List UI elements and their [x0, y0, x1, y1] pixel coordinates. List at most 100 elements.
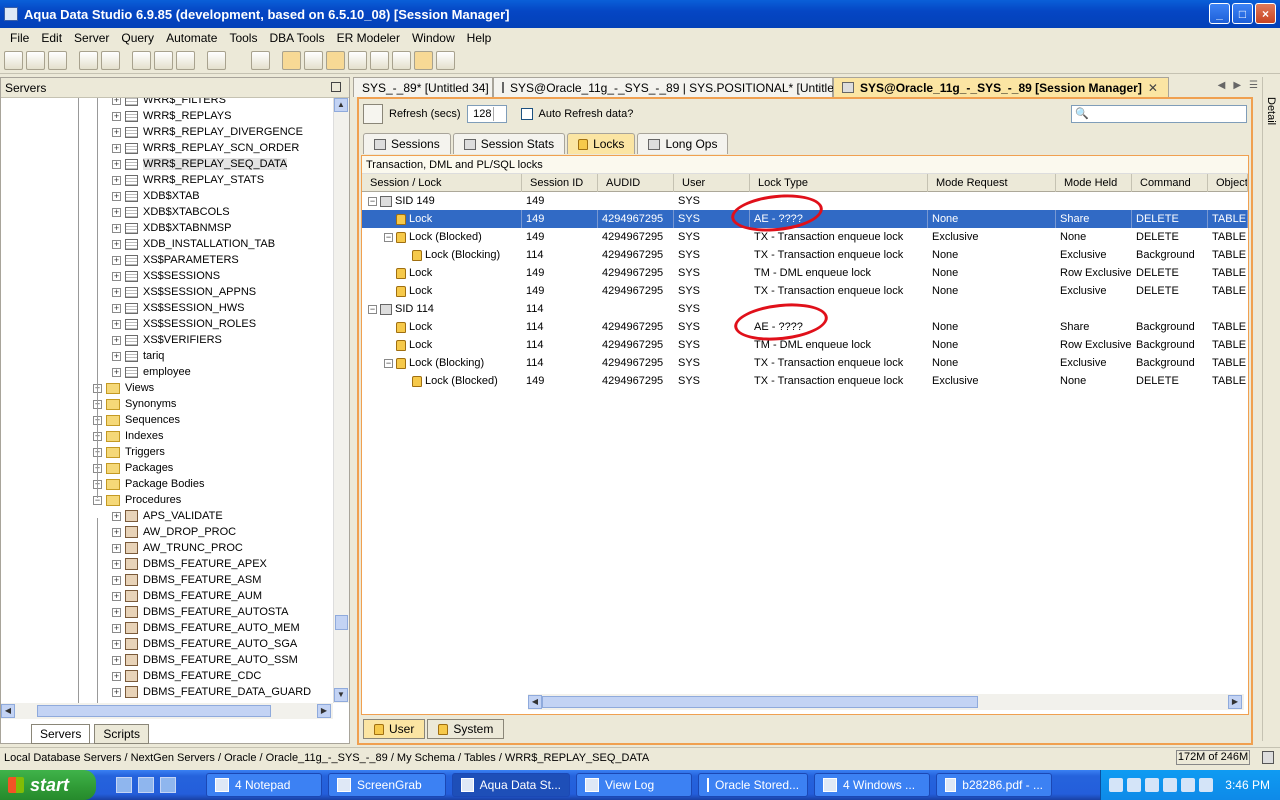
- collapse-icon[interactable]: −: [368, 304, 377, 314]
- scroll-left-arrow-icon[interactable]: ◀: [1, 704, 15, 718]
- tree-node[interactable]: + XS$SESSION_HWS: [112, 300, 244, 316]
- expand-icon[interactable]: +: [112, 687, 121, 697]
- column-header[interactable]: Command: [1132, 174, 1208, 192]
- layout-tiled-icon[interactable]: [282, 51, 301, 70]
- dropdown-arrow-icon[interactable]: [229, 51, 239, 70]
- network-icon[interactable]: [1127, 778, 1141, 792]
- trash-icon[interactable]: [1262, 751, 1274, 764]
- tab-prev-icon[interactable]: ◀: [1218, 80, 1226, 91]
- lock-row[interactable]: − SID 149 149 SYS: [362, 192, 1248, 210]
- tree-node[interactable]: + WRR$_FILTERS: [112, 98, 226, 108]
- column-header[interactable]: Session ID: [522, 174, 598, 192]
- task-windows-explorer[interactable]: 4 Windows ...: [814, 773, 930, 797]
- tree-node[interactable]: + WRR$_REPLAY_STATS: [112, 172, 264, 188]
- task-aqua-data-studio[interactable]: Aqua Data St...: [452, 773, 570, 797]
- lock-row[interactable]: − Lock (Blocking) 114 4294967295 SYS TX - Tra…: [362, 354, 1248, 372]
- layout-full-icon[interactable]: [436, 51, 455, 70]
- tree-node[interactable]: + WRR$_REPLAYS: [112, 108, 231, 124]
- expand-icon[interactable]: +: [112, 159, 121, 169]
- query-window-icon[interactable]: [132, 51, 151, 70]
- menu-dba-tools[interactable]: DBA Tools: [263, 31, 330, 45]
- connect-icon[interactable]: [79, 51, 98, 70]
- menu-query[interactable]: Query: [115, 31, 160, 45]
- tab-user[interactable]: User: [363, 719, 426, 739]
- expand-icon[interactable]: +: [112, 239, 121, 249]
- scroll-thumb[interactable]: [542, 696, 978, 708]
- column-header[interactable]: User: [674, 174, 750, 192]
- lock-row[interactable]: − Lock (Blocked) 149 4294967295 SYS TX - Tran…: [362, 228, 1248, 246]
- expand-icon[interactable]: +: [112, 367, 121, 377]
- tree-vertical-scrollbar[interactable]: ▲ ▼: [333, 98, 349, 703]
- expand-icon[interactable]: +: [112, 351, 121, 361]
- expand-icon[interactable]: +: [112, 287, 121, 297]
- tree-node[interactable]: + XS$VERIFIERS: [112, 332, 222, 348]
- expand-icon[interactable]: +: [112, 175, 121, 185]
- tab-sessions[interactable]: Sessions: [363, 133, 451, 154]
- menu-server[interactable]: Server: [68, 31, 115, 45]
- column-header[interactable]: Session / Lock: [362, 174, 522, 192]
- task-notepad[interactable]: 4 Notepad: [206, 773, 322, 797]
- tree-node[interactable]: +Triggers: [93, 444, 165, 460]
- print-icon[interactable]: [251, 51, 270, 70]
- refresh-seconds-spinner[interactable]: 128: [466, 105, 507, 123]
- expand-icon[interactable]: +: [112, 143, 121, 153]
- column-header[interactable]: Mode Request: [928, 174, 1056, 192]
- lock-row[interactable]: Lock 149 4294967295 SYS TX - Transaction enq…: [362, 282, 1248, 300]
- tree-node[interactable]: + DBMS_FEATURE_AUTO_SGA: [112, 636, 297, 652]
- collapse-icon[interactable]: −: [384, 232, 393, 242]
- schema-browser-icon[interactable]: [207, 51, 226, 70]
- disconnect-icon[interactable]: [101, 51, 120, 70]
- tab-scripts[interactable]: Scripts: [94, 724, 150, 744]
- edit-server-icon[interactable]: [26, 51, 45, 70]
- expand-icon[interactable]: +: [112, 223, 121, 233]
- tree-node[interactable]: + WRR$_REPLAY_DIVERGENCE: [112, 124, 303, 140]
- menu-help[interactable]: Help: [461, 31, 498, 45]
- tree-node[interactable]: + DBMS_FEATURE_CDC: [112, 668, 261, 684]
- menu-file[interactable]: File: [4, 31, 35, 45]
- start-button[interactable]: start: [0, 770, 96, 800]
- grid-horizontal-scrollbar[interactable]: ◀ ▶: [528, 694, 1244, 710]
- lock-row[interactable]: Lock 149 4294967295 SYS AE - ???? None Share DE…: [362, 210, 1248, 228]
- tree-horizontal-scrollbar[interactable]: ◀ ▶: [1, 703, 333, 719]
- maximize-button[interactable]: □: [1232, 3, 1253, 24]
- layout-vertical-icon[interactable]: [392, 51, 411, 70]
- tree-node[interactable]: + XS$SESSION_APPNS: [112, 284, 256, 300]
- scroll-right-arrow-icon[interactable]: ▶: [1228, 695, 1242, 709]
- procedure-editor-icon[interactable]: [176, 51, 195, 70]
- tree-node[interactable]: + XS$SESSION_ROLES: [112, 316, 256, 332]
- scroll-thumb[interactable]: [335, 615, 348, 630]
- tree-node[interactable]: + DBMS_FEATURE_AUTO_MEM: [112, 620, 300, 636]
- tree-node[interactable]: + XDB_INSTALLATION_TAB: [112, 236, 275, 252]
- display-icon[interactable]: [1199, 778, 1213, 792]
- minimize-button[interactable]: _: [1209, 3, 1230, 24]
- tab-long-ops[interactable]: Long Ops: [637, 133, 729, 154]
- tree-node[interactable]: + AW_DROP_PROC: [112, 524, 236, 540]
- search-input[interactable]: 🔍: [1071, 105, 1247, 123]
- expand-icon[interactable]: +: [112, 543, 121, 553]
- layout-cascade-icon[interactable]: [370, 51, 389, 70]
- query-builder-icon[interactable]: [154, 51, 173, 70]
- collapse-icon[interactable]: −: [368, 196, 377, 206]
- tab-list-icon[interactable]: ☰: [1249, 80, 1258, 91]
- tree-node[interactable]: + DBMS_FEATURE_AUTO_SSM: [112, 652, 298, 668]
- lock-row[interactable]: Lock 149 4294967295 SYS TM - DML enqueue loc…: [362, 264, 1248, 282]
- close-button[interactable]: ×: [1255, 3, 1276, 24]
- expand-icon[interactable]: +: [112, 255, 121, 265]
- expand-icon[interactable]: +: [112, 98, 121, 105]
- lock-row[interactable]: Lock 114 4294967295 SYS TM - DML enqueue loc…: [362, 336, 1248, 354]
- menu-tools[interactable]: Tools: [223, 31, 263, 45]
- tree-node[interactable]: + DBMS_FEATURE_APEX: [112, 556, 267, 572]
- tree-node[interactable]: + tariq: [112, 348, 164, 364]
- task-screengrab[interactable]: ScreenGrab: [328, 773, 446, 797]
- tree-node[interactable]: + XDB$XTAB: [112, 188, 200, 204]
- tree-node[interactable]: − Procedures: [93, 492, 181, 508]
- expand-icon[interactable]: +: [112, 527, 121, 537]
- lock-row[interactable]: Lock 114 4294967295 SYS AE - ???? None Share Ba…: [362, 318, 1248, 336]
- task-pdf[interactable]: b28286.pdf - ...: [936, 773, 1052, 797]
- scroll-up-arrow-icon[interactable]: ▲: [334, 98, 348, 112]
- tree-node[interactable]: + DBMS_FEATURE_AUM: [112, 588, 262, 604]
- tree-node[interactable]: + XDB$XTABNMSP: [112, 220, 231, 236]
- doc-tab-untitled-37[interactable]: SYS@Oracle_11g_-_SYS_-_89 | SYS.POSITION…: [493, 77, 877, 97]
- menu-er-modeler[interactable]: ER Modeler: [331, 31, 406, 45]
- tree-node[interactable]: +Package Bodies: [93, 476, 205, 492]
